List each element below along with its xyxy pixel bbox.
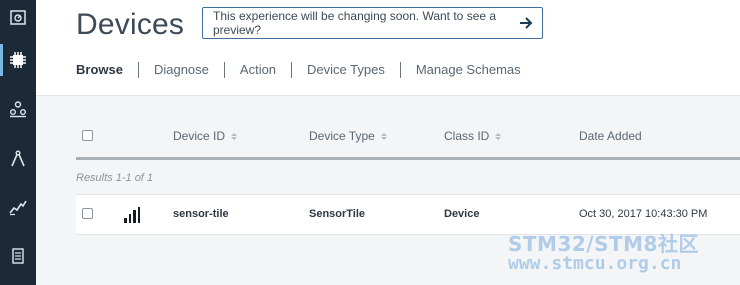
row-checkbox[interactable] bbox=[82, 208, 93, 219]
usage-chart-icon bbox=[9, 200, 27, 216]
members-nav-item[interactable] bbox=[0, 85, 36, 133]
arrow-right-icon[interactable] bbox=[518, 15, 534, 31]
select-all-checkbox[interactable] bbox=[82, 130, 93, 141]
table-header-divider bbox=[76, 157, 740, 160]
tab-device-types[interactable]: Device Types bbox=[292, 62, 400, 78]
tab-diagnose[interactable]: Diagnose bbox=[139, 62, 224, 78]
left-navigation-rail bbox=[0, 0, 36, 285]
results-count: Results 1-1 of 1 bbox=[76, 172, 154, 184]
devices-nav-item[interactable] bbox=[0, 36, 36, 84]
compass-icon bbox=[11, 150, 25, 167]
docs-nav-item[interactable] bbox=[0, 232, 36, 280]
class-id-cell: Device bbox=[444, 208, 480, 220]
column-header-device-type[interactable]: Device Type bbox=[309, 129, 387, 143]
tab-action[interactable]: Action bbox=[225, 62, 291, 78]
banner-text: This experience will be changing soon. W… bbox=[213, 9, 497, 37]
page-title: Devices bbox=[76, 8, 185, 41]
usage-nav-item[interactable] bbox=[0, 183, 36, 231]
chip-icon bbox=[10, 52, 26, 68]
signal-strength-icon bbox=[124, 207, 140, 223]
column-header-class-id[interactable]: Class ID bbox=[444, 129, 502, 143]
members-icon bbox=[10, 101, 26, 118]
tab-bar: Browse Diagnose Action Device Types Mana… bbox=[76, 62, 536, 78]
tab-manage-schemas[interactable]: Manage Schemas bbox=[401, 62, 536, 78]
device-id-cell[interactable]: sensor-tile bbox=[173, 208, 229, 220]
column-header-date-added[interactable]: Date Added bbox=[579, 129, 642, 143]
dashboard-icon bbox=[10, 10, 26, 25]
column-header-device-id[interactable]: Device ID bbox=[173, 129, 238, 143]
rules-nav-item[interactable] bbox=[0, 135, 36, 183]
watermark-url: www.stmcu.org.cn bbox=[508, 253, 682, 274]
sort-icon bbox=[380, 132, 387, 140]
document-icon bbox=[12, 248, 24, 264]
device-type-cell: SensorTile bbox=[309, 208, 366, 220]
tab-browse[interactable]: Browse bbox=[76, 62, 138, 78]
date-added-cell: Oct 30, 2017 10:43:30 PM bbox=[579, 208, 708, 220]
preview-banner[interactable]: This experience will be changing soon. W… bbox=[202, 7, 543, 39]
sort-icon bbox=[495, 132, 502, 140]
sort-icon bbox=[231, 132, 238, 140]
